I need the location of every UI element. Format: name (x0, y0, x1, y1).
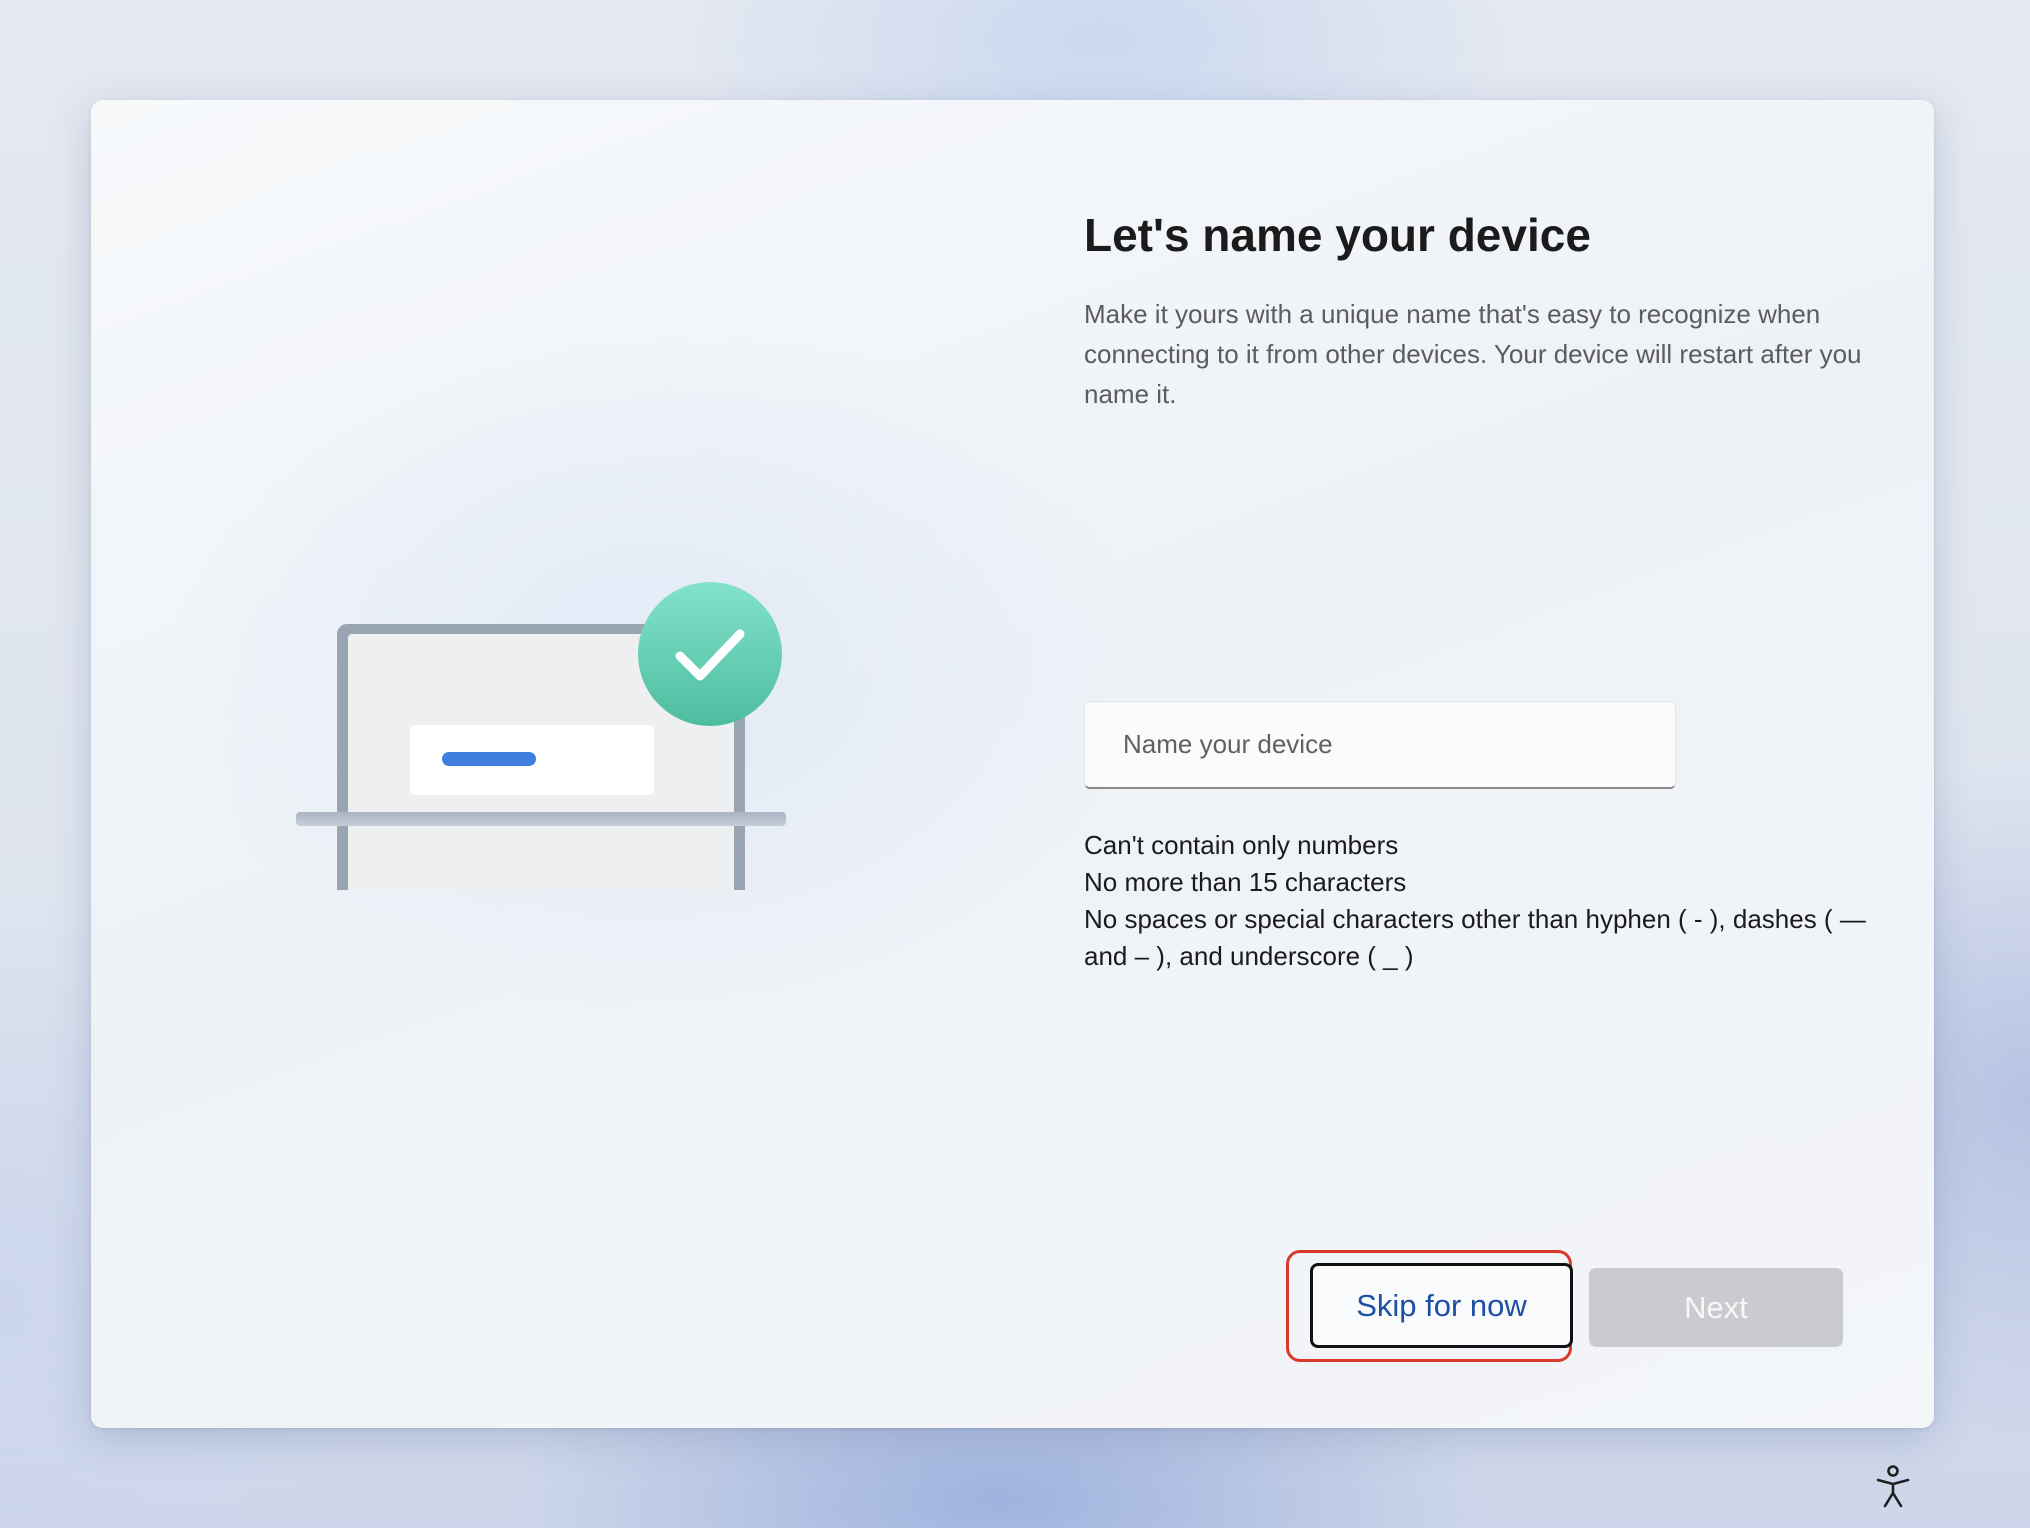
skip-for-now-button[interactable]: Skip for now (1310, 1263, 1573, 1348)
setup-window: Let's name your device Make it yours wit… (91, 100, 1934, 1428)
rule-item: Can't contain only numbers (1084, 830, 1399, 860)
page-description: Make it yours with a unique name that's … (1084, 299, 1862, 409)
device-name-input[interactable] (1084, 701, 1676, 789)
main-content: Let's name your device Make it yours wit… (1084, 100, 1884, 1428)
accessibility-icon[interactable] (1875, 1465, 1911, 1509)
page-title: Let's name your device (1084, 209, 1591, 261)
rule-item: No more than 15 characters (1084, 867, 1407, 897)
next-button[interactable]: Next (1589, 1268, 1843, 1347)
checkmark-icon (636, 580, 784, 728)
rule-item: No spaces or special characters other th… (1084, 904, 1866, 971)
naming-rules-list: Can't contain only numbers No more than … (1084, 827, 1874, 975)
